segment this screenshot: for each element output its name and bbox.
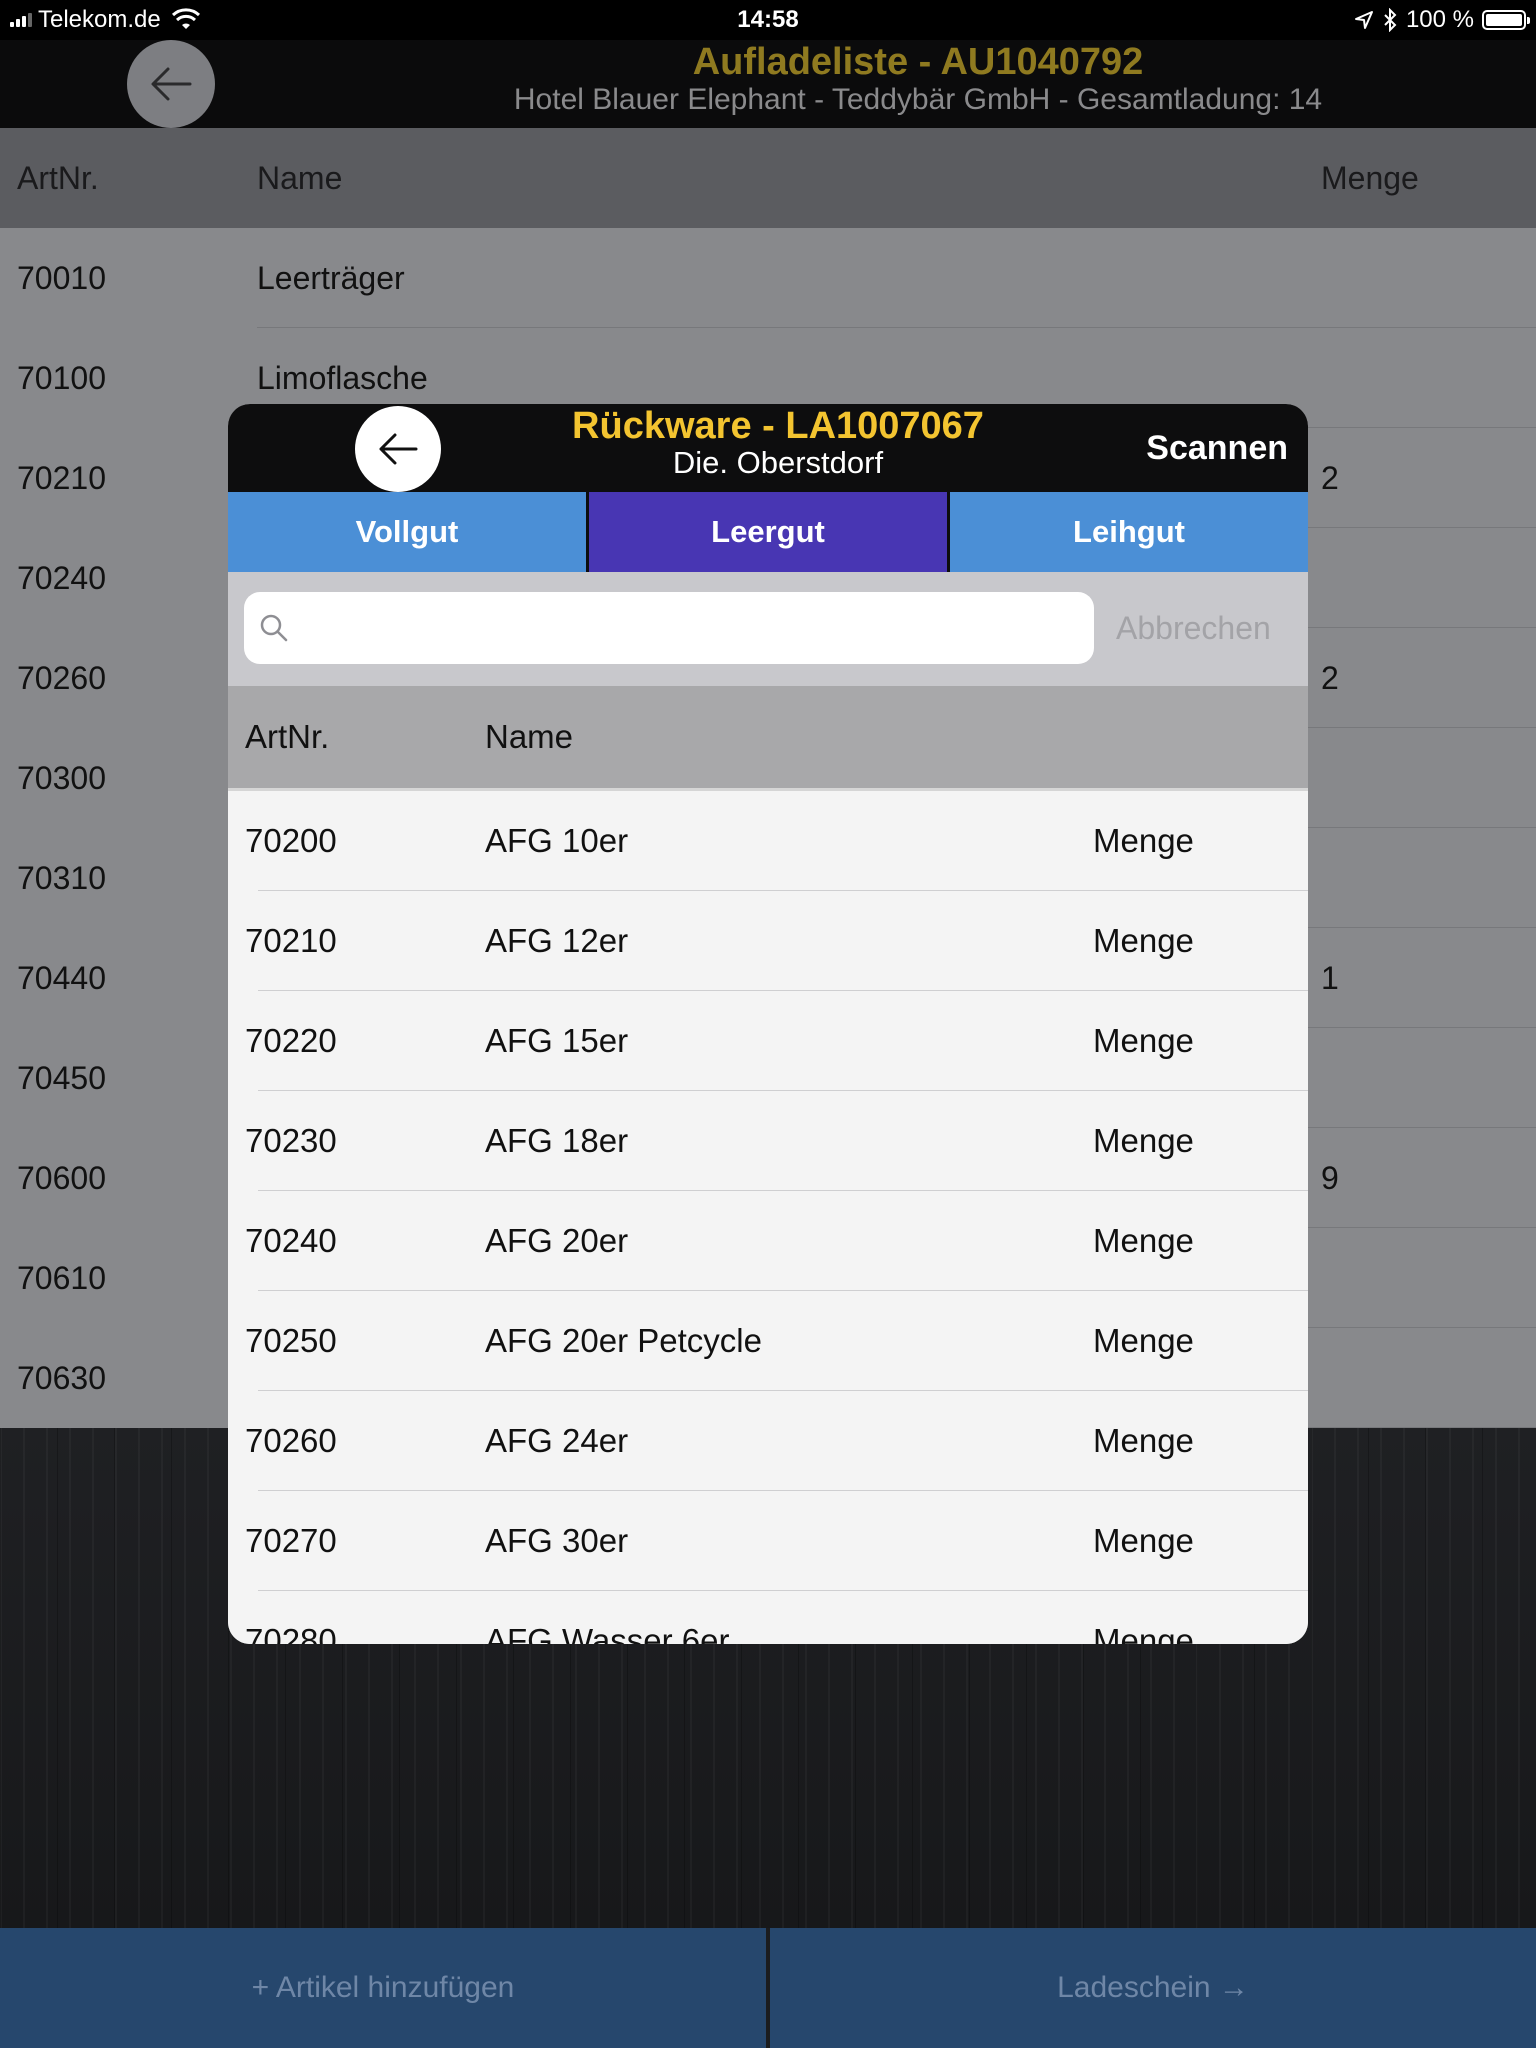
quantity-field[interactable]: Menge — [1093, 1391, 1194, 1491]
col-header-menge: Menge — [1321, 160, 1419, 196]
item-artnr: 70240 — [245, 1222, 337, 1259]
search-icon — [260, 614, 288, 642]
row-artnr: 70010 — [17, 260, 106, 296]
item-artnr: 70230 — [245, 1122, 337, 1159]
list-item[interactable]: 70270 AFG 30er Menge — [228, 1491, 1308, 1591]
modal-table-header: ArtNr. Name — [228, 686, 1308, 788]
search-bar: Abbrechen — [228, 572, 1308, 686]
row-menge: 1 — [1321, 960, 1339, 996]
row-artnr: 70630 — [17, 1360, 106, 1396]
row-artnr: 70610 — [17, 1260, 106, 1296]
item-artnr: 70200 — [245, 822, 337, 859]
list-item[interactable]: 70210 AFG 12er Menge — [228, 891, 1308, 991]
item-artnr: 70270 — [245, 1522, 337, 1559]
modal-back-button[interactable] — [355, 406, 441, 492]
row-artnr: 70210 — [17, 460, 106, 496]
row-menge: 9 — [1321, 1160, 1339, 1196]
modal-col-header-art: ArtNr. — [245, 718, 330, 755]
item-name: AFG 24er — [485, 1422, 629, 1459]
row-artnr: 70440 — [17, 960, 106, 996]
page-title: Aufladeliste - AU1040792 — [692, 41, 1144, 83]
table-row[interactable]: 70010 Leerträger — [0, 228, 1536, 328]
modal-header: Rückware - LA1007067 Die. Oberstdorf Sca… — [228, 404, 1308, 492]
item-artnr: 70250 — [245, 1322, 337, 1359]
col-header-art: ArtNr. — [17, 160, 99, 196]
quantity-field[interactable]: Menge — [1093, 1191, 1194, 1291]
row-menge: 2 — [1321, 460, 1339, 496]
bluetooth-icon — [1384, 8, 1397, 32]
row-artnr: 70260 — [17, 660, 106, 696]
cancel-search-button[interactable]: Abbrechen — [1116, 592, 1271, 664]
add-article-button[interactable]: + Artikel hinzufügen — [0, 1928, 766, 2048]
modal-subtitle: Die. Oberstdorf — [672, 445, 884, 480]
row-name: Leerträger — [257, 260, 405, 296]
location-arrow-icon — [1354, 11, 1373, 29]
row-artnr: 70450 — [17, 1060, 106, 1096]
modal-col-header-name: Name — [485, 718, 574, 755]
row-menge: 2 — [1321, 660, 1339, 696]
list-item[interactable]: 70280 AFG Wasser 6er Menge — [228, 1591, 1308, 1644]
table-header: ArtNr. Name Menge — [0, 128, 1536, 228]
status-bar-right: 100 % — [1354, 0, 1530, 40]
list-item[interactable]: 70220 AFG 15er Menge — [228, 991, 1308, 1091]
row-artnr: 70240 — [17, 560, 106, 596]
search-input[interactable] — [244, 592, 1094, 664]
quantity-field[interactable]: Menge — [1093, 1091, 1194, 1191]
ladeschein-button[interactable]: Ladeschein → — [770, 1928, 1536, 2048]
tab-vollgut[interactable]: Vollgut — [228, 492, 586, 572]
quantity-field[interactable]: Menge — [1093, 1491, 1194, 1591]
scan-button[interactable]: Scannen — [1146, 404, 1288, 492]
row-artnr: 70300 — [17, 760, 106, 796]
col-header-name: Name — [257, 160, 343, 196]
item-name: AFG 20er Petcycle — [485, 1322, 762, 1359]
battery-icon — [1482, 10, 1530, 30]
status-bar: Telekom.de 14:58 100 % — [0, 0, 1536, 40]
item-name: AFG 15er — [485, 1022, 629, 1059]
return-goods-modal: Rückware - LA1007067 Die. Oberstdorf Sca… — [228, 404, 1308, 1644]
item-artnr: 70210 — [245, 922, 337, 959]
quantity-field[interactable]: Menge — [1093, 1291, 1194, 1391]
tab-leihgut[interactable]: Leihgut — [950, 492, 1308, 572]
list-item[interactable]: 70230 AFG 18er Menge — [228, 1091, 1308, 1191]
item-name: AFG 20er — [485, 1222, 629, 1259]
list-item[interactable]: 70200 AFG 10er Menge — [228, 791, 1308, 891]
tab-bar: Vollgut Leergut Leihgut — [228, 492, 1308, 572]
clock: 14:58 — [737, 6, 799, 33]
article-list: 70200 AFG 10er Menge 70210 AFG 12er Menge 7022… — [228, 791, 1308, 1644]
item-name: AFG Wasser 6er — [485, 1622, 730, 1644]
app-header: Aufladeliste - AU1040792 Hotel Blauer El… — [0, 40, 1536, 128]
item-name: AFG 12er — [485, 922, 629, 959]
list-item[interactable]: 70240 AFG 20er Menge — [228, 1191, 1308, 1291]
page-subtitle: Hotel Blauer Elephant - Teddybär GmbH - … — [513, 83, 1323, 116]
arrow-left-icon — [379, 433, 418, 465]
quantity-field[interactable]: Menge — [1093, 1591, 1194, 1644]
modal-title: Rückware - LA1007067 — [572, 405, 984, 447]
quantity-field[interactable]: Menge — [1093, 791, 1194, 891]
item-name: AFG 10er — [485, 822, 629, 859]
battery-percent: 100 % — [1405, 6, 1474, 33]
row-artnr: 70600 — [17, 1160, 106, 1196]
item-name: AFG 30er — [485, 1522, 629, 1559]
item-artnr: 70220 — [245, 1022, 337, 1059]
item-artnr: 70260 — [245, 1422, 337, 1459]
footer-bar: + Artikel hinzufügen Ladeschein → — [0, 1928, 1536, 2048]
item-name: AFG 18er — [485, 1122, 629, 1159]
list-item[interactable]: 70250 AFG 20er Petcycle Menge — [228, 1291, 1308, 1391]
list-item[interactable]: 70260 AFG 24er Menge — [228, 1391, 1308, 1491]
quantity-field[interactable]: Menge — [1093, 891, 1194, 991]
row-artnr: 70100 — [17, 360, 106, 396]
row-artnr: 70310 — [17, 860, 106, 896]
item-artnr: 70280 — [245, 1622, 337, 1644]
quantity-field[interactable]: Menge — [1093, 991, 1194, 1091]
tab-leergut[interactable]: Leergut — [589, 492, 947, 572]
